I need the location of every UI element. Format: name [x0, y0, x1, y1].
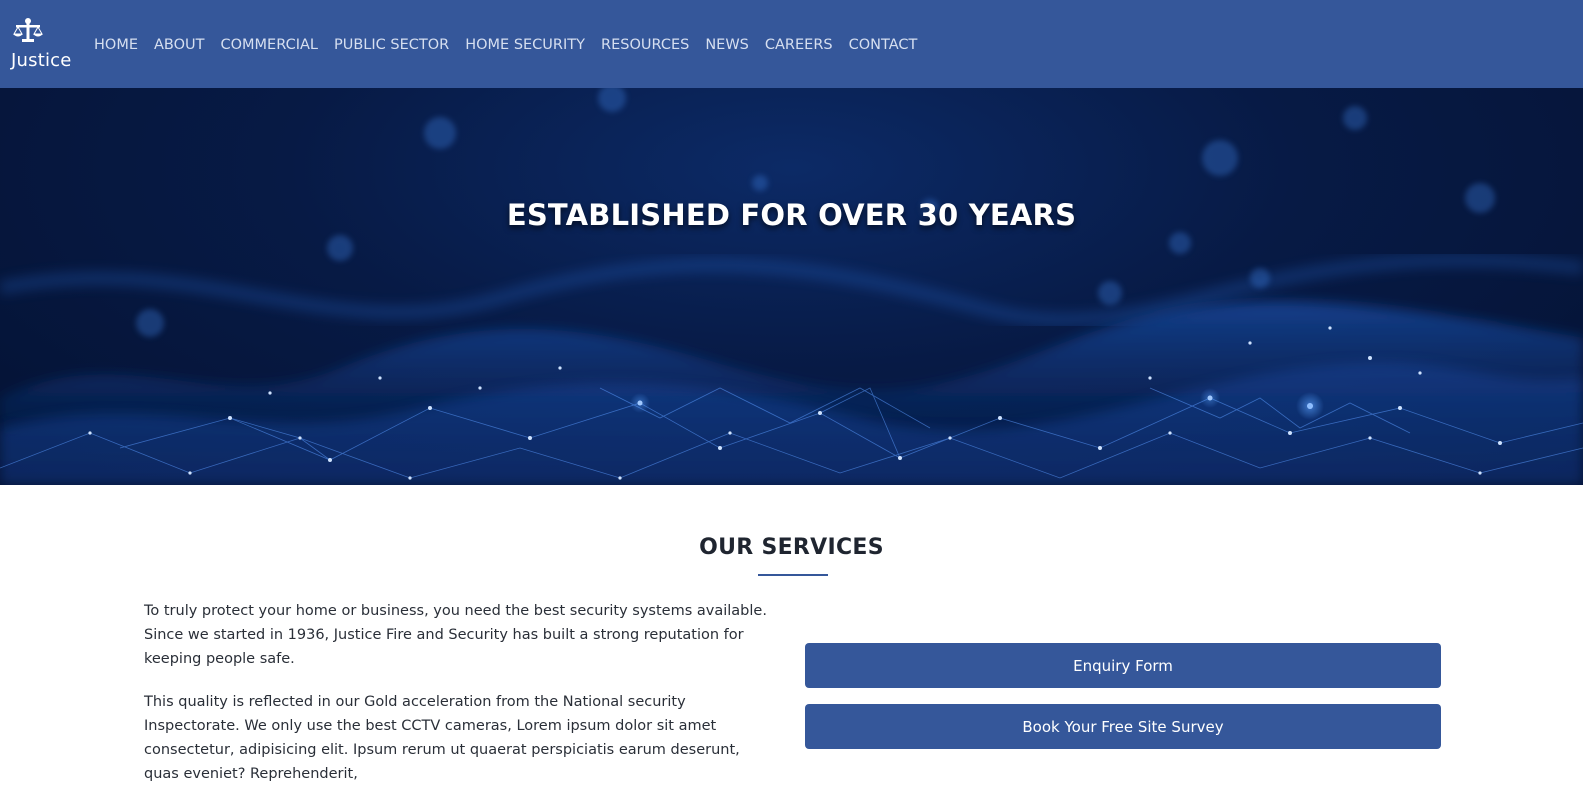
- main-nav: HOME ABOUT COMMERCIAL PUBLIC SECTOR HOME…: [86, 35, 925, 55]
- intro-paragraph-2: This quality is reflected in our Gold ac…: [144, 694, 740, 782]
- nav-item-contact[interactable]: CONTACT: [841, 35, 926, 55]
- nav-item-commercial[interactable]: COMMERCIAL: [213, 35, 326, 55]
- brand-logo[interactable]: Justice: [10, 18, 72, 74]
- scales-of-justice-icon: [13, 18, 43, 42]
- nav-item-home-security[interactable]: HOME SECURITY: [457, 35, 593, 55]
- nav-item-public-sector[interactable]: PUBLIC SECTOR: [326, 35, 457, 55]
- enquiry-form-button[interactable]: Enquiry Form: [805, 643, 1441, 688]
- intro-paragraph-1: To truly protect your home or business, …: [144, 603, 767, 667]
- nav-item-resources[interactable]: RESOURCES: [593, 35, 697, 55]
- heading-underline: [758, 574, 828, 576]
- brand-name: Justice: [11, 50, 72, 71]
- nav-item-home[interactable]: HOME: [86, 35, 146, 55]
- hero-banner: ESTABLISHED FOR OVER 30 YEARS: [0, 88, 1583, 485]
- nav-item-about[interactable]: ABOUT: [146, 35, 213, 55]
- services-intro: To truly protect your home or business, …: [144, 599, 774, 805]
- nav-item-news[interactable]: NEWS: [697, 35, 757, 55]
- network-background-image: [0, 88, 1583, 485]
- book-site-survey-button[interactable]: Book Your Free Site Survey: [805, 704, 1441, 749]
- top-navbar: Justice HOME ABOUT COMMERCIAL PUBLIC SEC…: [0, 0, 1583, 88]
- hero-title: ESTABLISHED FOR OVER 30 YEARS: [506, 198, 1077, 232]
- nav-item-careers[interactable]: CAREERS: [757, 35, 841, 55]
- services-heading: OUR SERVICES: [699, 535, 884, 560]
